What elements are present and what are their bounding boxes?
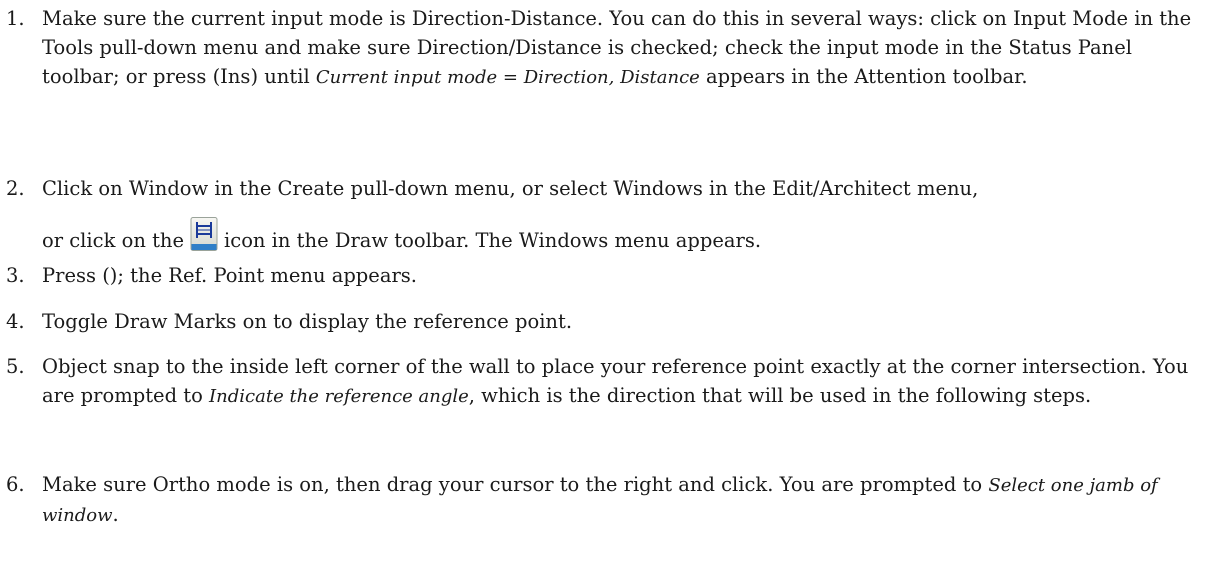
step-text-part: Click on Window in the Create pull-down … bbox=[42, 177, 979, 200]
step-text: Press (); the Ref. Point menu appears. bbox=[42, 264, 417, 287]
step-text: Click on Window in the Create pull-down … bbox=[42, 174, 1197, 255]
step-text-part: Make sure Ortho mode is on, then drag yo… bbox=[42, 473, 989, 496]
step-number: 5. bbox=[6, 355, 25, 378]
step-number: 4. bbox=[6, 310, 25, 333]
step-text: Toggle Draw Marks on to display the refe… bbox=[42, 310, 573, 333]
step-text-part: appears in the Attention toolbar. bbox=[699, 65, 1028, 88]
step-text: Object snap to the inside left corner of… bbox=[42, 352, 1197, 411]
step-text-part: icon in the Draw toolbar. The Windows me… bbox=[224, 229, 762, 252]
step-number: 2. bbox=[6, 177, 25, 200]
step-number: 3. bbox=[6, 264, 25, 287]
prompt-text: Current input mode = Direction, Distance bbox=[315, 67, 700, 88]
step-text-line: or click on the icon in the Draw toolbar… bbox=[42, 217, 1197, 255]
step-text-part: , which is the direction that will be us… bbox=[468, 384, 1092, 407]
window-tool-icon bbox=[190, 217, 218, 251]
step-text-part: . bbox=[112, 503, 119, 526]
step-number: 1. bbox=[6, 7, 25, 30]
step-text-part: or click on the bbox=[42, 229, 185, 252]
step-number: 6. bbox=[6, 473, 25, 496]
prompt-text: Indicate the reference angle bbox=[209, 386, 469, 407]
step-text: Make sure Ortho mode is on, then drag yo… bbox=[42, 470, 1197, 530]
step-text: Make sure the current input mode is Dire… bbox=[42, 4, 1197, 92]
